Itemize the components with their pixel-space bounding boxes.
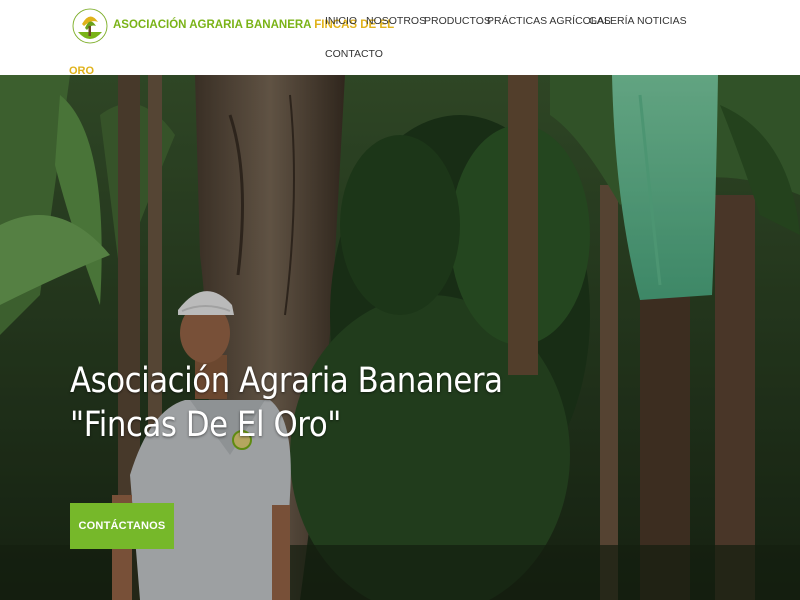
nav-item-galeria[interactable]: GALERÍA (589, 15, 635, 27)
contact-us-button[interactable]: CONTÁCTANOS (70, 503, 174, 549)
site-header: ASOCIACIÓN AGRARIA BANANERA FINCAS DE EL… (0, 0, 800, 77)
hero-title: Asociación Agraria Bananera "Fincas De E… (70, 361, 503, 446)
brand-name-part1: ASOCIACIÓN AGRARIA BANANERA (113, 19, 315, 31)
nav-item-inicio[interactable]: INICIO (325, 15, 357, 27)
nav-item-productos[interactable]: PRODUCTOS (424, 15, 491, 27)
brand-name-part3[interactable]: ORO (69, 65, 94, 77)
nav-item-contacto[interactable]: CONTACTO (325, 48, 383, 60)
hero-section: Asociación Agraria Bananera "Fincas De E… (0, 75, 800, 600)
association-seal-logo-icon[interactable] (70, 2, 110, 54)
nav-item-nosotros[interactable]: NOSOTROS (366, 15, 426, 27)
nav-item-noticias[interactable]: NOTICIAS (637, 15, 687, 27)
